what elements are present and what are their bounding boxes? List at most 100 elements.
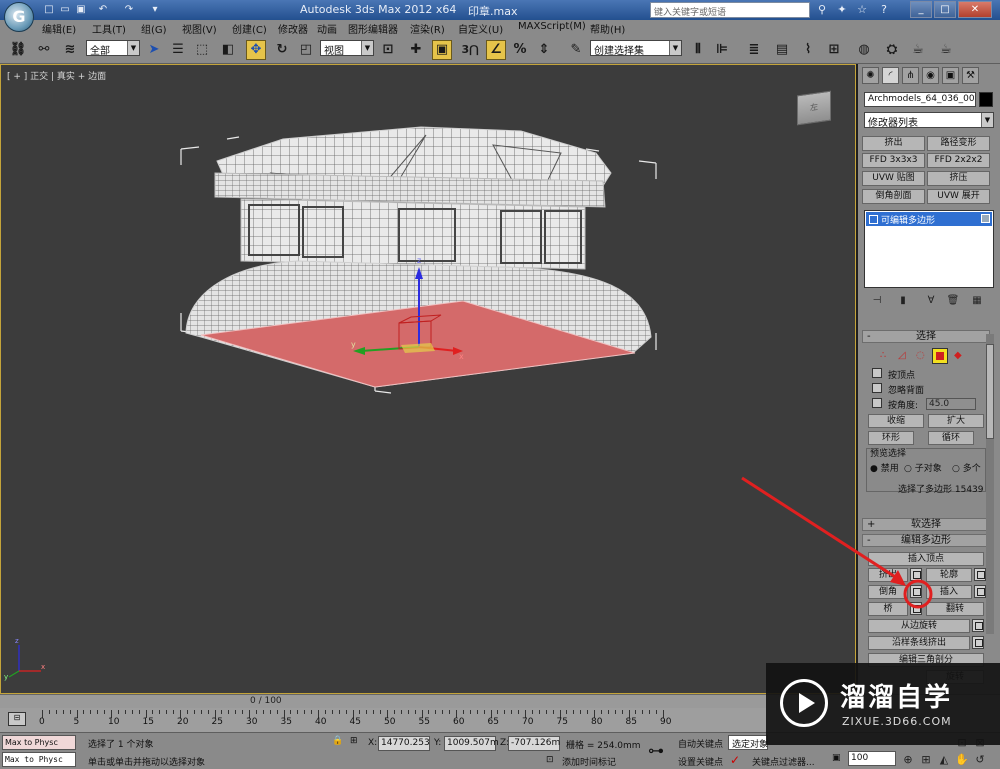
menu-rendering[interactable]: 渲染(R) xyxy=(410,21,445,36)
field-of-view-icon[interactable]: ◭ xyxy=(936,753,952,767)
angle-snap-icon[interactable]: ∠ xyxy=(486,40,506,60)
unlink-icon[interactable]: ⚯ xyxy=(34,40,54,60)
key-icon[interactable]: ⊶ xyxy=(648,741,664,760)
current-frame-field[interactable]: 100 xyxy=(848,751,896,766)
x-coord-field[interactable]: 14770.253 xyxy=(378,736,430,751)
link-icon[interactable]: ⛓ xyxy=(8,40,28,60)
menu-tools[interactable]: 工具(T) xyxy=(92,21,126,36)
modifier-uvw-map-button[interactable]: UVW 贴图 xyxy=(862,171,925,186)
select-by-name-icon[interactable]: ☰ xyxy=(168,40,188,60)
save-file-icon[interactable]: ▣ xyxy=(74,3,88,17)
zoom-all-icon[interactable]: ⊞ xyxy=(918,753,934,767)
inset-settings-button[interactable] xyxy=(974,585,986,598)
rect-selection-icon[interactable]: ⬚ xyxy=(192,40,212,60)
select-object-icon[interactable]: ➤ xyxy=(144,40,164,60)
orbit-icon[interactable]: ↺ xyxy=(972,753,988,767)
select-and-rotate-icon[interactable]: ↻ xyxy=(272,40,292,60)
mirror-icon[interactable]: ⫴ xyxy=(688,40,708,60)
render-setup-icon[interactable]: ⛭ xyxy=(882,40,902,60)
schematic-view-icon[interactable]: ⊞ xyxy=(824,40,844,60)
polygon-mode-icon[interactable] xyxy=(932,348,948,364)
outline-button[interactable]: 轮廓 xyxy=(926,568,972,582)
menu-help[interactable]: 帮助(H) xyxy=(590,21,625,36)
edit-named-selection-icon[interactable]: ✎ xyxy=(566,40,586,60)
object-color-swatch[interactable] xyxy=(979,92,993,107)
border-mode-icon[interactable]: ◌ xyxy=(916,350,925,361)
zoom-icon[interactable]: ⊕ xyxy=(900,753,916,767)
extrude-settings-button[interactable] xyxy=(910,568,922,581)
configure-sets-icon[interactable]: ▦ xyxy=(970,295,984,309)
pin-stack-icon[interactable]: ⊣ xyxy=(870,295,884,309)
vertex-mode-icon[interactable]: ∴ xyxy=(880,350,886,361)
element-mode-icon[interactable]: ◆ xyxy=(954,350,962,361)
modifier-extrude-button[interactable]: 挤出 xyxy=(862,136,925,151)
edge-mode-icon[interactable]: ◿ xyxy=(898,350,906,361)
menu-create[interactable]: 创建(C) xyxy=(232,21,267,36)
star-icon[interactable]: ☆ xyxy=(854,2,870,18)
bridge-settings-button[interactable] xyxy=(910,602,922,615)
menu-graph-editors[interactable]: 图形编辑器 xyxy=(348,21,398,36)
select-and-move-icon[interactable]: ✥ xyxy=(246,40,266,60)
named-selection-set-dropdown[interactable]: 创建选择集 ▼ xyxy=(590,40,682,56)
set-key-label[interactable]: 设置关键点 xyxy=(678,755,723,768)
pan-hand-icon[interactable]: ✋ xyxy=(954,753,970,767)
undo-icon[interactable]: ↶ xyxy=(96,3,110,17)
preview-subobject-radio[interactable]: ○ 子对象 xyxy=(904,461,942,474)
inset-button[interactable]: 插入 xyxy=(926,585,972,599)
add-time-tag-button[interactable]: 添加时间标记 xyxy=(562,755,616,768)
maxscript-listener-bottom[interactable]: Max to Physc xyxy=(2,752,76,767)
perspective-viewport[interactable]: [ + ] 正交 | 真实 + 边面 左 z x y z x y xyxy=(0,64,856,694)
search-input[interactable]: 键入关键字或短语 xyxy=(650,2,810,18)
hierarchy-tab-icon[interactable]: ⋔ xyxy=(902,67,919,84)
modifier-unwrap-uvw-button[interactable]: UVW 展开 xyxy=(927,189,990,204)
bridge-button[interactable]: 桥 xyxy=(868,602,908,616)
y-coord-field[interactable]: 1009.507m xyxy=(444,736,499,751)
subscription-icon[interactable]: ✦ xyxy=(834,2,850,18)
extrude-button[interactable]: 挤出 xyxy=(868,568,908,582)
material-editor-icon[interactable]: ◍ xyxy=(854,40,874,60)
modifier-ffd333-button[interactable]: FFD 3x3x3 xyxy=(862,153,925,168)
window-crossing-icon[interactable]: ◧ xyxy=(218,40,238,60)
auto-key-label[interactable]: 自动关键点 xyxy=(678,737,723,750)
key-filter-icon[interactable]: ✓ xyxy=(730,753,740,767)
select-and-scale-icon[interactable]: ◰ xyxy=(296,40,316,60)
bevel-button[interactable]: 倒角 xyxy=(868,585,908,599)
help-icon[interactable]: ? xyxy=(876,2,892,18)
remove-modifier-icon[interactable]: 🗑 xyxy=(946,295,960,309)
show-end-result-icon[interactable]: ▮ xyxy=(896,295,910,309)
ignore-backfacing-checkbox[interactable] xyxy=(872,383,882,393)
flip-button[interactable]: 翻转 xyxy=(926,602,984,616)
pivot-center-icon[interactable]: ⊡ xyxy=(378,40,398,60)
hinge-settings-button[interactable] xyxy=(972,619,984,632)
shrink-button[interactable]: 收缩 xyxy=(868,414,924,428)
modifier-path-deform-button[interactable]: 路径变形 xyxy=(927,136,990,151)
motion-tab-icon[interactable]: ◉ xyxy=(922,67,939,84)
create-tab-icon[interactable]: ✺ xyxy=(862,67,879,84)
outline-settings-button[interactable] xyxy=(974,568,986,581)
preview-multi-radio[interactable]: ○ 多个 xyxy=(952,461,981,474)
modify-tab-icon[interactable]: ◜ xyxy=(882,67,899,84)
soft-selection-rollout-header[interactable]: + 软选择 xyxy=(862,518,990,531)
bind-space-warp-icon[interactable]: ≋ xyxy=(60,40,80,60)
minimize-button[interactable]: _ xyxy=(910,1,932,18)
lock-icon[interactable]: 🔒 xyxy=(332,736,343,746)
absolute-mode-icon[interactable]: ⊞ xyxy=(350,736,358,746)
key-filters-button[interactable]: 关键点过滤器... xyxy=(752,755,815,768)
curve-editor-mini-icon[interactable]: ⊟ xyxy=(8,712,26,726)
selection-filter-dropdown[interactable]: 全部 ▼ xyxy=(86,40,140,56)
menu-customize[interactable]: 自定义(U) xyxy=(458,21,503,36)
menu-group[interactable]: 组(G) xyxy=(141,21,167,36)
align-icon[interactable]: ⊫ xyxy=(712,40,732,60)
loop-button[interactable]: 循环 xyxy=(928,431,974,445)
hinge-from-edge-button[interactable]: 从边旋转 xyxy=(868,619,970,633)
preview-disabled-radio[interactable]: ● 禁用 xyxy=(870,461,899,474)
time-config-icon[interactable]: ▣ xyxy=(832,753,841,763)
selection-rollout-header[interactable]: - 选择 xyxy=(862,330,990,343)
percent-snap-icon[interactable]: % xyxy=(510,40,530,60)
graphite-ribbon-icon[interactable]: ▤ xyxy=(772,40,792,60)
app-logo[interactable]: G xyxy=(4,2,34,32)
menu-animation[interactable]: 动画 xyxy=(317,21,337,36)
select-manipulate-icon[interactable]: ✚ xyxy=(406,40,426,60)
curve-editor-icon[interactable]: ⌇ xyxy=(798,40,818,60)
modifier-stack[interactable]: 可编辑多边形 xyxy=(864,210,994,288)
